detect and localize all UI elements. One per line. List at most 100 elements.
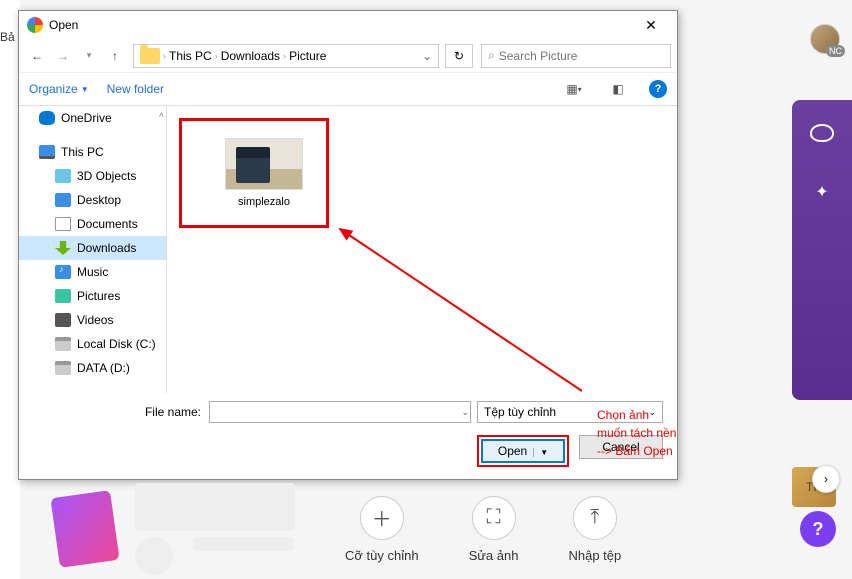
tree-item-local-disk-c-[interactable]: Local Disk (C:) xyxy=(19,332,166,356)
recent-dropdown-icon[interactable]: ▾ xyxy=(77,44,101,68)
open-file-dialog: Open ✕ ← → ▾ ↑ › This PC › Downloads › P… xyxy=(18,10,678,480)
tree-item-label: OneDrive xyxy=(61,111,112,125)
action-label: Sửa ảnh xyxy=(469,548,519,563)
chevron-down-icon: ▼ xyxy=(81,85,89,94)
tree-item-label: Music xyxy=(77,265,108,279)
action-icon: ⤒ xyxy=(573,496,617,540)
sparkle-icon[interactable]: ✦ xyxy=(815,182,828,202)
forward-button: → xyxy=(51,44,75,68)
close-button[interactable]: ✕ xyxy=(633,17,669,34)
tree-item-downloads[interactable]: Downloads xyxy=(19,236,166,260)
tree-item-videos[interactable]: Videos xyxy=(19,308,166,332)
organize-menu[interactable]: Organize ▼ xyxy=(29,82,89,96)
search-box[interactable]: ⌕ xyxy=(481,44,671,68)
tree-item-label: Local Disk (C:) xyxy=(77,337,156,351)
tree-item-music[interactable]: Music xyxy=(19,260,166,284)
disk-icon xyxy=(55,361,71,375)
new-folder-button[interactable]: New folder xyxy=(107,82,164,96)
action-label: Cỡ tùy chỉnh xyxy=(345,548,419,563)
action-nh-p-t-p[interactable]: ⤒ Nhập tệp xyxy=(568,496,621,563)
pc-icon xyxy=(39,145,55,159)
tree-item-onedrive[interactable]: OneDrive xyxy=(19,106,166,130)
scroll-right-button[interactable]: › xyxy=(812,465,840,493)
filename-input[interactable] xyxy=(209,401,471,423)
annotation-line1: Chọn ảnh muốn tách nền xyxy=(597,406,677,442)
tree-item-label: Desktop xyxy=(77,193,121,207)
annotation-line2: --> Bấm Open xyxy=(597,442,677,460)
tree-item-this-pc[interactable]: This PC xyxy=(19,140,166,164)
avatar[interactable]: NC xyxy=(810,24,840,54)
action-s-a-nh[interactable]: ⛶ Sửa ảnh xyxy=(469,496,519,563)
open-split-icon[interactable]: ▼ xyxy=(533,448,548,457)
dialog-body: ˄ OneDrive This PC 3D Objects Desktop Docume… xyxy=(19,105,677,393)
action-label: Nhập tệp xyxy=(568,548,621,563)
chrome-icon xyxy=(27,17,43,33)
side-purple-panel: ✦ xyxy=(792,100,852,400)
folder-icon xyxy=(140,48,160,64)
action-icon: ⛶ xyxy=(472,496,516,540)
template-thumbnail[interactable] xyxy=(50,490,119,568)
docs-icon xyxy=(55,217,71,231)
tree-item-documents[interactable]: Documents xyxy=(19,212,166,236)
cloud-icon xyxy=(39,111,55,125)
filename-dropdown-icon[interactable]: ⌄ xyxy=(461,407,469,418)
tree-item-label: DATA (D:) xyxy=(77,361,130,375)
tree-item-label: This PC xyxy=(61,145,104,159)
background-bottom-bar: ＋ Cỡ tùy chỉnh ⛶ Sửa ảnh ⤒ Nhập tệp xyxy=(0,479,852,579)
placeholder-avatar xyxy=(135,537,173,575)
crumb-picture[interactable]: Picture xyxy=(289,49,326,63)
breadcrumb-dropdown-icon[interactable]: ⌄ xyxy=(422,49,432,63)
pics-icon xyxy=(55,289,71,303)
crumb-this-pc[interactable]: This PC xyxy=(169,49,212,63)
command-toolbar: Organize ▼ New folder ▦▾ ◧ ? xyxy=(19,73,677,105)
placeholder-line xyxy=(193,537,293,551)
folder-tree[interactable]: ˄ OneDrive This PC 3D Objects Desktop Docume… xyxy=(19,106,167,393)
tree-item-pictures[interactable]: Pictures xyxy=(19,284,166,308)
down-icon xyxy=(55,241,71,255)
placeholder-rect xyxy=(135,483,295,531)
refresh-button[interactable]: ↻ xyxy=(445,44,473,68)
help-button[interactable]: ? xyxy=(649,80,667,98)
nav-toolbar: ← → ▾ ↑ › This PC › Downloads › Picture … xyxy=(19,39,677,73)
3d-icon xyxy=(55,169,71,183)
action-c-t-y-ch-nh[interactable]: ＋ Cỡ tùy chỉnh xyxy=(345,496,419,563)
crumb-downloads[interactable]: Downloads xyxy=(221,49,280,63)
tree-item-label: Pictures xyxy=(77,289,120,303)
music-icon xyxy=(55,265,71,279)
chevron-right-icon: › xyxy=(163,51,166,61)
organize-label: Organize xyxy=(29,82,78,96)
file-list-area[interactable]: simplezalo Chọn ảnh muốn tách nền --> Bấ… xyxy=(167,106,677,393)
tree-item-3d-objects[interactable]: 3D Objects xyxy=(19,164,166,188)
dialog-titlebar: Open ✕ xyxy=(19,11,677,39)
search-icon: ⌕ xyxy=(488,48,495,63)
open-button-label: Open xyxy=(498,444,527,458)
breadcrumb-bar[interactable]: › This PC › Downloads › Picture ⌄ xyxy=(133,44,439,68)
tree-item-data-d-[interactable]: DATA (D:) xyxy=(19,356,166,380)
button-row: Open▼ Cancel xyxy=(33,435,663,467)
back-button[interactable]: ← xyxy=(25,44,49,68)
tree-item-label: Downloads xyxy=(77,241,136,255)
open-button[interactable]: Open ▼ xyxy=(481,439,565,463)
chevron-right-icon: › xyxy=(283,51,286,61)
help-fab-button[interactable]: ? xyxy=(800,511,836,547)
tree-item-desktop[interactable]: Desktop xyxy=(19,188,166,212)
filename-row: File name: ⌄ Tệp tùy chỉnh ⌄ xyxy=(33,401,663,423)
scroll-up-icon[interactable]: ˄ xyxy=(159,110,164,120)
disk-icon xyxy=(55,337,71,351)
tree-item-label: Videos xyxy=(77,313,113,327)
filename-label: File name: xyxy=(33,405,201,419)
cloud-upload-icon[interactable] xyxy=(810,124,834,142)
vids-icon xyxy=(55,313,71,327)
view-icons-button[interactable]: ▦▾ xyxy=(561,78,587,100)
annotation-open-highlight: Open ▼ xyxy=(477,435,569,467)
annotation-arrow xyxy=(332,221,582,401)
preview-pane-button[interactable]: ◧ xyxy=(605,78,631,100)
tree-item-label: Documents xyxy=(77,217,138,231)
desktop-icon xyxy=(55,193,71,207)
action-icon: ＋ xyxy=(360,496,404,540)
filter-label: Tệp tùy chỉnh xyxy=(484,405,556,419)
file-thumbnail xyxy=(225,138,303,190)
search-input[interactable] xyxy=(499,49,664,63)
up-button[interactable]: ↑ xyxy=(103,44,127,68)
chevron-right-icon: › xyxy=(215,51,218,61)
